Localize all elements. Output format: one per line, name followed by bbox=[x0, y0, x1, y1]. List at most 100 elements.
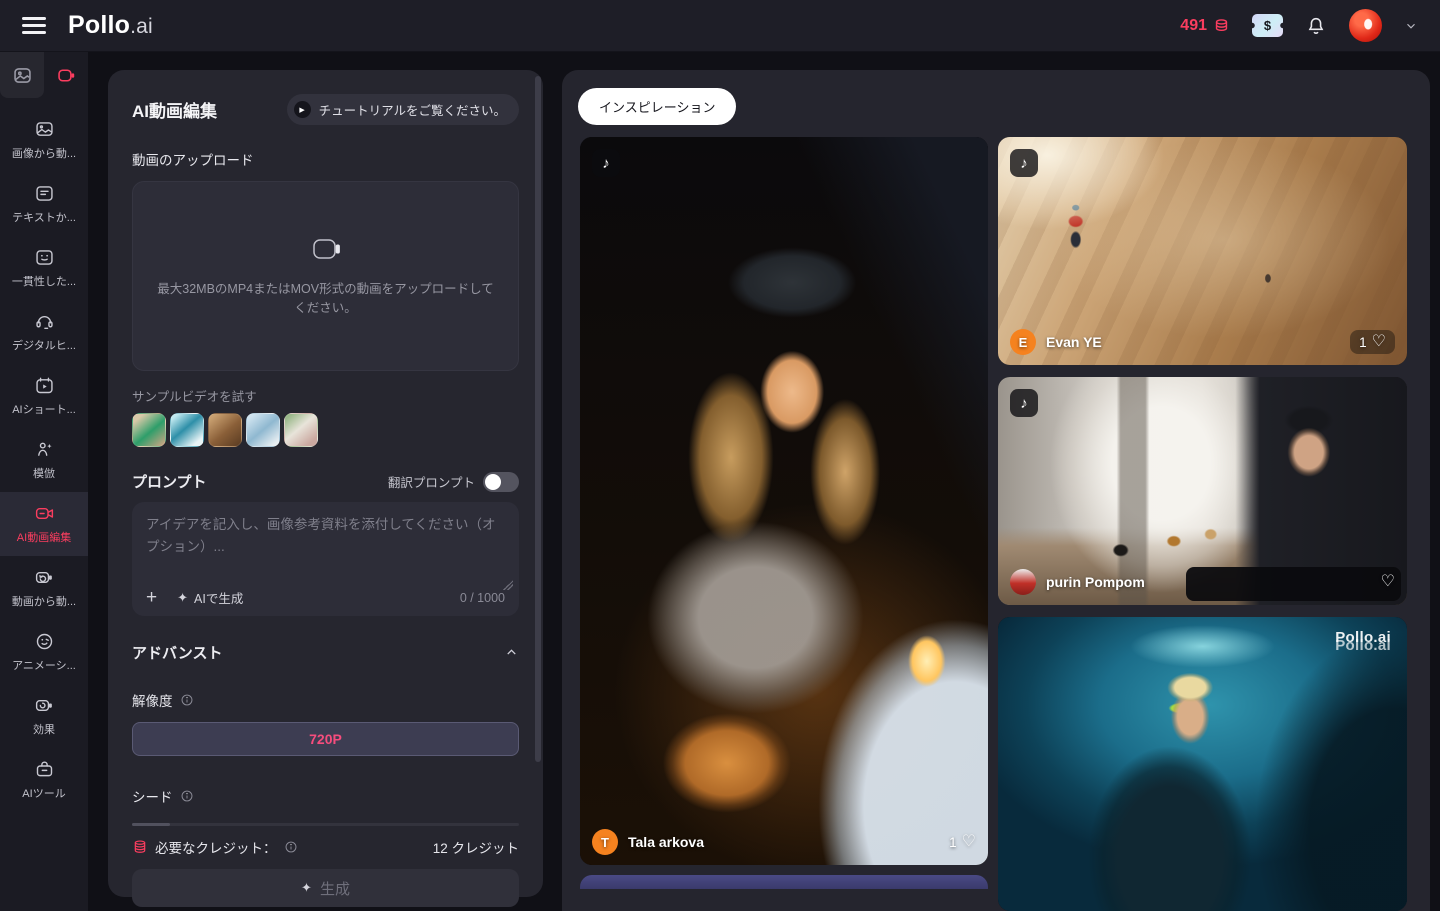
ai-shorts-icon bbox=[34, 375, 55, 396]
notifications-bell-icon[interactable] bbox=[1305, 15, 1327, 37]
sample-video-thumb[interactable] bbox=[284, 413, 318, 447]
like-count: 1 bbox=[949, 835, 957, 850]
inspiration-panel: インスピレーション ♪ T Tala arkova 1 ♡ ♪ E Evan Y… bbox=[562, 70, 1430, 911]
resolution-720p-button[interactable]: 720P bbox=[132, 722, 519, 756]
logo[interactable]: Pollo.ai bbox=[68, 11, 153, 40]
sidebar-item-image-to-video[interactable]: 画像から動... bbox=[0, 108, 88, 172]
ai-tools-icon bbox=[34, 759, 55, 780]
generate-button[interactable]: ✦ 生成 bbox=[132, 869, 519, 907]
sidebar-item-animation[interactable]: アニメーシ... bbox=[0, 620, 88, 684]
credits-required-value: 12 クレジット bbox=[433, 837, 519, 857]
tab-image-mode[interactable] bbox=[0, 52, 44, 98]
add-reference-button[interactable]: + bbox=[146, 588, 157, 607]
ai-generate-prompt-button[interactable]: ✦ AIで生成 bbox=[177, 588, 243, 607]
advanced-section-toggle[interactable]: アドバンスト bbox=[132, 642, 519, 663]
info-icon[interactable] bbox=[180, 693, 194, 707]
like-button[interactable]: 1 ♡ bbox=[1350, 330, 1395, 354]
author-avatar bbox=[1010, 569, 1036, 595]
heart-icon: ♡ bbox=[1372, 334, 1386, 350]
pollo-watermark: Pollo.ai Pollo.ai bbox=[1335, 629, 1391, 654]
topbar-actions: 491 $ bbox=[1180, 9, 1418, 42]
sample-video-thumb[interactable] bbox=[170, 413, 204, 447]
editor-panel: AI動画編集 ▶ チュートリアルをご覧ください。 動画のアップロード 最大32M… bbox=[108, 70, 543, 897]
sidebar-item-text-to-video[interactable]: テキストか... bbox=[0, 172, 88, 236]
samples-label: サンプルビデオを試す bbox=[132, 386, 519, 405]
sidebar-item-digital-human[interactable]: デジタルヒ... bbox=[0, 300, 88, 364]
author-name: Evan YE bbox=[1046, 334, 1102, 350]
chevron-down-icon[interactable] bbox=[1404, 19, 1418, 33]
note-glyph: ♪ bbox=[602, 155, 610, 172]
text-to-video-icon bbox=[34, 183, 55, 204]
card-footer: purin Pompom ♡ bbox=[1010, 569, 1395, 595]
logo-text: Pollo bbox=[68, 11, 130, 40]
note-glyph: ♪ bbox=[1020, 395, 1028, 412]
sample-video-thumb[interactable] bbox=[208, 413, 242, 447]
top-bar: Pollo.ai 491 $ bbox=[0, 0, 1440, 52]
sidebar-item-ai-video-edit[interactable]: AI動画編集 bbox=[0, 492, 88, 556]
sample-video-thumb[interactable] bbox=[246, 413, 280, 447]
like-button[interactable]: 1 ♡ bbox=[949, 834, 976, 850]
card-footer: T Tala arkova 1 ♡ bbox=[592, 829, 976, 855]
animation-face-icon bbox=[34, 631, 55, 652]
coin-icon bbox=[1213, 17, 1230, 34]
inspiration-video-card[interactable]: ♪ T Tala arkova 1 ♡ bbox=[580, 137, 988, 865]
info-icon[interactable] bbox=[284, 840, 298, 854]
video-thumbnail bbox=[580, 137, 988, 865]
author-avatar: E bbox=[1010, 329, 1036, 355]
inspiration-video-card[interactable]: ♪ E Evan YE 1 ♡ bbox=[998, 137, 1407, 365]
coin-stack-icon bbox=[132, 839, 148, 855]
credits-required-label: 必要なクレジット： bbox=[155, 837, 277, 857]
like-button[interactable]: ♡ bbox=[1381, 574, 1395, 590]
image-icon bbox=[12, 65, 33, 86]
image-to-video-icon bbox=[34, 119, 55, 140]
digital-human-icon bbox=[34, 311, 55, 332]
play-glyph: ▶ bbox=[299, 106, 304, 114]
editor-scrollbar[interactable] bbox=[535, 76, 541, 762]
sample-video-thumb[interactable] bbox=[132, 413, 166, 447]
credits-balance[interactable]: 491 bbox=[1180, 17, 1230, 35]
sidebar-item-effects[interactable]: 効果 bbox=[0, 684, 88, 748]
sidebar-item-video-to-video[interactable]: 動画から動... bbox=[0, 556, 88, 620]
sidebar-item-label: AI動画編集 bbox=[17, 529, 71, 545]
dollar-glyph: $ bbox=[1264, 18, 1271, 33]
prompt-input[interactable] bbox=[146, 514, 505, 570]
translate-toggle[interactable] bbox=[483, 472, 519, 492]
sidebar-item-label: アニメーシ... bbox=[12, 657, 76, 673]
tiktok-icon: ♪ bbox=[592, 149, 620, 177]
tutorial-button[interactable]: ▶ チュートリアルをご覧ください。 bbox=[287, 94, 519, 125]
info-icon[interactable] bbox=[180, 789, 194, 803]
play-icon: ▶ bbox=[294, 101, 311, 118]
logo-suffix: .ai bbox=[130, 15, 153, 39]
author-avatar: T bbox=[592, 829, 618, 855]
credits-count: 491 bbox=[1180, 17, 1207, 35]
sidebar-item-label: 効果 bbox=[33, 721, 55, 737]
tiktok-icon: ♪ bbox=[1010, 389, 1038, 417]
imitate-person-icon bbox=[34, 439, 55, 460]
sidebar-item-imitate[interactable]: 模倣 bbox=[0, 428, 88, 492]
resolution-label: 解像度 bbox=[132, 690, 173, 710]
inspiration-video-card[interactable]: Pollo.ai Pollo.ai bbox=[998, 617, 1407, 911]
sidebar-item-ai-tools[interactable]: AIツール bbox=[0, 748, 88, 812]
sidebar-item-label: AIツール bbox=[22, 785, 65, 801]
video-upload-dropzone[interactable]: 最大32MBのMP4またはMOV形式の動画をアップロードしてください。 bbox=[132, 181, 519, 371]
author-name: Tala arkova bbox=[628, 834, 704, 850]
prompt-box: + ✦ AIで生成 0 / 1000 bbox=[132, 502, 519, 616]
user-avatar[interactable] bbox=[1349, 9, 1382, 42]
effects-icon bbox=[34, 695, 55, 716]
prompt-header: プロンプト 翻訳プロンプト bbox=[132, 471, 519, 492]
sidebar-item-ai-shorts[interactable]: AIショート... bbox=[0, 364, 88, 428]
tab-video-mode[interactable] bbox=[44, 52, 88, 98]
upload-section-label: 動画のアップロード bbox=[132, 149, 519, 169]
menu-icon[interactable] bbox=[22, 17, 46, 34]
seed-label: シード bbox=[132, 786, 173, 806]
inspiration-tab[interactable]: インスピレーション bbox=[578, 88, 736, 125]
advanced-label: アドバンスト bbox=[132, 642, 222, 663]
sidebar-item-consistent-character[interactable]: 一貫性した... bbox=[0, 236, 88, 300]
credits-required-row: 必要なクレジット： 12 クレジット bbox=[132, 837, 519, 857]
page-title: AI動画編集 bbox=[132, 97, 217, 122]
video-to-video-icon bbox=[34, 567, 55, 588]
sidebar-item-label: テキストか... bbox=[12, 209, 76, 225]
inspiration-video-card[interactable]: ♪ purin Pompom ♡ bbox=[998, 377, 1407, 605]
voucher-icon[interactable]: $ bbox=[1252, 14, 1283, 37]
next-card-peek[interactable] bbox=[580, 875, 988, 889]
